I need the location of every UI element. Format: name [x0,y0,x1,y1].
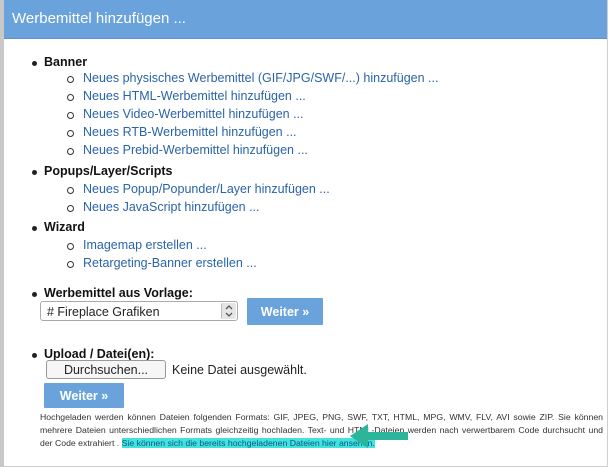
template-select-value: # Fireplace Grafiken [47,305,160,319]
link-bullet [67,94,74,101]
uploaded-files-link[interactable]: Sie können sich die bereits hochgeladene… [121,438,375,448]
section-bullet [32,292,37,297]
section-title-wizard: Wizard [44,220,85,234]
link-create-retargeting-banner[interactable]: Retargeting-Banner erstellen ... [83,256,257,270]
panel-title: Werbemittel hinzufügen ... [12,10,186,27]
link-new-popup[interactable]: Neues Popup/Popunder/Layer hinzufügen ..… [83,182,330,196]
section-title-template: Werbemittel aus Vorlage: [44,286,193,300]
select-arrows-icon [221,303,236,319]
link-bullet [67,243,74,250]
link-bullet [67,112,74,119]
link-new-video-ad[interactable]: Neues Video-Werbemittel hinzufügen ... [83,107,304,121]
link-bullet [67,148,74,155]
link-new-javascript[interactable]: Neues JavaScript hinzufügen ... [83,200,260,214]
section-bullet [32,61,37,66]
upload-info-text: Hochgeladen werden können Dateien folgen… [40,411,603,450]
link-bullet [67,261,74,268]
link-new-physical-ad[interactable]: Neues physisches Werbemittel (GIF/JPG/SW… [83,71,438,85]
section-bullet [32,226,37,231]
section-title-popups: Popups/Layer/Scripts [44,164,173,178]
link-bullet [67,76,74,83]
link-new-rtb-ad[interactable]: Neues RTB-Werbemittel hinzufügen ... [83,125,297,139]
section-title-upload: Upload / Datei(en): [44,347,155,361]
section-bullet [32,170,37,175]
link-new-prebid-ad[interactable]: Neues Prebid-Werbemittel hinzufügen ... [83,143,308,157]
link-bullet [67,130,74,137]
section-title-banner: Banner [44,55,88,69]
link-bullet [67,187,74,194]
arrow-left-icon [350,424,408,448]
template-select[interactable]: # Fireplace Grafiken [40,301,238,321]
link-bullet [67,205,74,212]
browse-file-button[interactable]: Durchsuchen... [46,360,166,379]
panel-header: Werbemittel hinzufügen ... [4,0,607,39]
link-create-imagemap[interactable]: Imagemap erstellen ... [83,238,207,252]
section-bullet [32,353,37,358]
link-new-html-ad[interactable]: Neues HTML-Werbemittel hinzufügen ... [83,89,306,103]
upload-continue-button[interactable]: Weiter » [44,383,124,408]
file-status-text: Keine Datei ausgewählt. [172,363,307,377]
template-continue-button[interactable]: Weiter » [247,298,323,325]
